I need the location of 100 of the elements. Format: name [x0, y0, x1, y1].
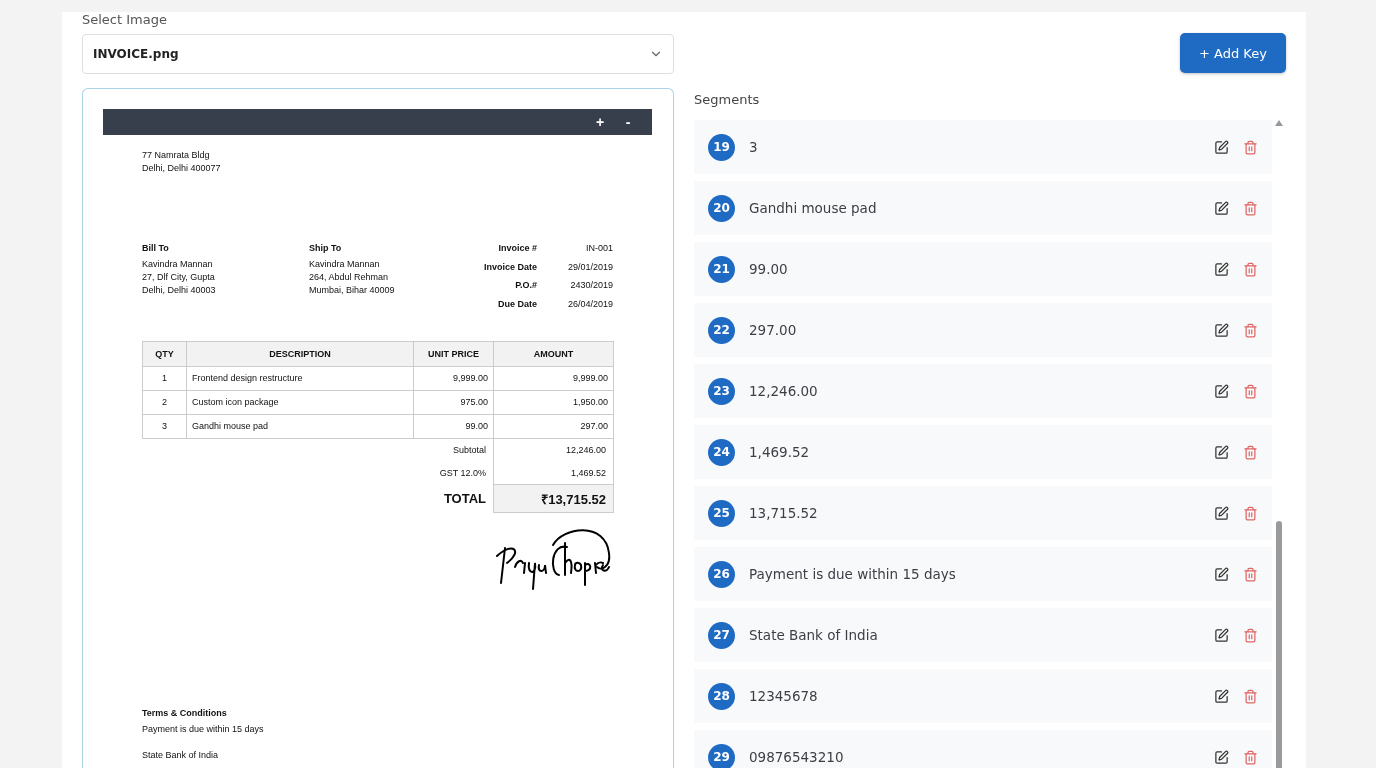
party-heading: Ship To	[309, 242, 343, 255]
number-badge: 27	[708, 621, 735, 649]
delete-button[interactable]	[1243, 505, 1258, 521]
edit-button[interactable]	[1214, 627, 1229, 643]
meta-label: Invoice Date	[482, 260, 537, 274]
party-line: 264, Abdul Rehman	[309, 271, 390, 284]
table-cell: 297.00	[493, 414, 614, 438]
table-cell: Custom icon package	[186, 390, 414, 414]
party-line: Delhi, Delhi 40003	[142, 284, 217, 297]
scrollbar-thumb[interactable]	[1276, 521, 1282, 768]
table-cell: 975.00	[413, 390, 494, 414]
party-line: Mumbai, Bihar 40009	[309, 284, 396, 297]
segment-row[interactable]: 21 99.00	[694, 242, 1272, 296]
zoom-in-button[interactable]: +	[588, 114, 612, 130]
segment-text: 09876543210	[749, 749, 845, 765]
segment-row[interactable]: 22 297.00	[694, 303, 1272, 357]
segment-text: 12345678	[749, 688, 819, 704]
party-line: Kavindra Mannan	[142, 258, 214, 271]
meta-label: Due Date	[497, 297, 537, 311]
segment-row[interactable]: 26 Payment is due within 15 days	[694, 547, 1272, 601]
total-value: ₹13,715.52	[493, 484, 614, 513]
party-line: 27, Dlf City, Gupta	[142, 271, 216, 284]
number-badge: 25	[708, 499, 735, 527]
meta-value: 2430/2019	[569, 279, 613, 292]
meta-label: Invoice #	[497, 242, 537, 255]
meta-value: 26/04/2019	[566, 297, 613, 311]
edit-button[interactable]	[1214, 505, 1229, 521]
segment-text: 1,469.52	[749, 444, 811, 460]
delete-button[interactable]	[1243, 261, 1258, 277]
delete-button[interactable]	[1243, 444, 1258, 460]
column-header: UNIT PRICE	[413, 341, 494, 366]
segment-row[interactable]: 28 12345678	[694, 669, 1272, 723]
edit-button[interactable]	[1214, 200, 1229, 216]
segment-text: 297.00	[749, 322, 798, 338]
table-cell: Gandhi mouse pad	[186, 414, 414, 438]
segment-row[interactable]: 29 09876543210	[694, 730, 1272, 768]
total-label: Subtotal	[413, 438, 494, 462]
field-label: Select Image	[82, 12, 168, 28]
delete-button[interactable]	[1243, 139, 1258, 155]
number-badge: 23	[708, 377, 735, 405]
zoom-out-button[interactable]: -	[616, 114, 640, 130]
table-cell: 3	[142, 414, 187, 438]
segment-row[interactable]: 23 12,246.00	[694, 364, 1272, 418]
segment-row[interactable]: 24 1,469.52	[694, 425, 1272, 479]
delete-button[interactable]	[1243, 383, 1258, 399]
column-header: QTY	[142, 341, 187, 366]
terms-text: State Bank of India	[142, 749, 220, 762]
segment-text: 12,246.00	[749, 383, 819, 399]
column-header: DESCRIPTION	[186, 341, 414, 366]
image-select[interactable]: INVOICE.png	[82, 34, 674, 74]
edit-button[interactable]	[1214, 444, 1229, 460]
edit-button[interactable]	[1214, 261, 1229, 277]
table-cell: 2	[142, 390, 187, 414]
delete-button[interactable]	[1243, 200, 1258, 216]
meta-value: IN-001	[585, 242, 613, 255]
number-badge: 19	[708, 133, 735, 161]
number-badge: 24	[708, 438, 735, 466]
terms-text: Payment is due within 15 days	[142, 723, 265, 736]
meta-value: 29/01/2019	[566, 260, 613, 274]
edit-button[interactable]	[1214, 322, 1229, 338]
edit-button[interactable]	[1214, 139, 1229, 155]
edit-button[interactable]	[1214, 688, 1229, 704]
total-label: GST 12.0%	[413, 461, 494, 485]
edit-button[interactable]	[1214, 383, 1229, 399]
total-value: 12,246.00	[493, 438, 614, 462]
edit-button[interactable]	[1214, 566, 1229, 582]
segment-row[interactable]: 20 Gandhi mouse pad	[694, 181, 1272, 235]
number-badge: 22	[708, 316, 735, 344]
segment-row[interactable]: 25 13,715.52	[694, 486, 1272, 540]
scroll-up-icon[interactable]	[1275, 120, 1283, 126]
table-cell: 1	[142, 366, 187, 390]
number-badge: 28	[708, 682, 735, 710]
segment-text: 13,715.52	[749, 505, 819, 521]
address-line: 77 Namrata Bldg	[142, 149, 211, 162]
delete-button[interactable]	[1243, 749, 1258, 765]
segment-text: Payment is due within 15 days	[749, 566, 957, 582]
address-line: Delhi, Delhi 400077	[142, 162, 222, 175]
delete-button[interactable]	[1243, 322, 1258, 338]
table-cell: 9,999.00	[493, 366, 614, 390]
party-line: Kavindra Mannan	[309, 258, 381, 271]
segment-row[interactable]: 19 3	[694, 120, 1272, 174]
table-cell: 99.00	[413, 414, 494, 438]
meta-label: P.O.#	[514, 279, 537, 292]
column-header: AMOUNT	[493, 341, 614, 366]
edit-button[interactable]	[1214, 749, 1229, 765]
party-heading: Bill To	[142, 242, 170, 255]
delete-button[interactable]	[1243, 627, 1258, 643]
terms-heading: Terms & Conditions	[142, 707, 228, 720]
section-title: Segments	[694, 92, 761, 108]
segment-row[interactable]: 27 State Bank of India	[694, 608, 1272, 662]
table-cell: 9,999.00	[413, 366, 494, 390]
segment-text: 99.00	[749, 261, 789, 277]
table-cell: Frontend design restructure	[186, 366, 414, 390]
delete-button[interactable]	[1243, 688, 1258, 704]
delete-button[interactable]	[1243, 566, 1258, 582]
total-label: TOTAL	[413, 484, 494, 513]
number-badge: 26	[708, 560, 735, 588]
add-key-button[interactable]: + Add Key	[1180, 33, 1286, 73]
segment-text: 3	[749, 139, 759, 155]
table-cell: 1,950.00	[493, 390, 614, 414]
